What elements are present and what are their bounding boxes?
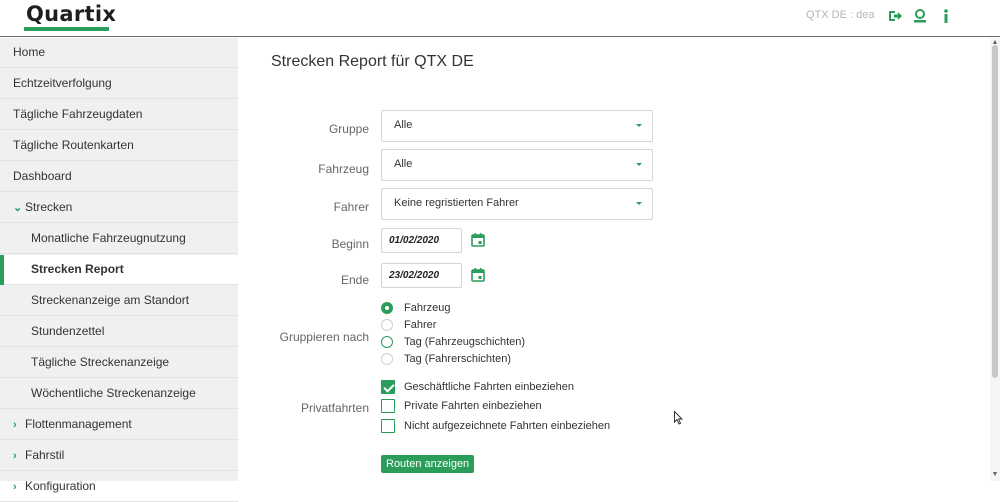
account-label: QTX DE : dea (806, 9, 875, 21)
chevron-down-icon: ⌄ (13, 202, 23, 214)
calendar-icon[interactable] (471, 268, 485, 282)
sidebar-item-label: Stundenzettel (31, 324, 105, 338)
groupby-radio-tag-fahrerschichten[interactable] (381, 353, 393, 365)
groupby-option-label[interactable]: Fahrer (404, 319, 436, 331)
sidebar-item-label: Flottenmanagement (25, 417, 132, 431)
checkbox-option-label[interactable]: Geschäftliche Fahrten einbeziehen (404, 381, 574, 393)
sidebar-item-streckenanzeige-am-standort[interactable]: Streckenanzeige am Standort (0, 286, 238, 316)
sidebar-item-label: Echtzeitverfolgung (13, 76, 112, 90)
sidebar-item-label: Dashboard (13, 169, 72, 183)
quartix-logo[interactable]: Quartix (26, 2, 116, 26)
sidebar-item-label: Home (13, 45, 46, 59)
vehicle-select-value: Alle (394, 158, 413, 170)
sidebar-nav: Home Echtzeitverfolgung Tägliche Fahrzeu… (0, 38, 238, 502)
caret-down-icon (636, 124, 642, 127)
end-date-input[interactable]: 23/02/2020 (381, 263, 462, 288)
end-date-label: Ende (340, 273, 369, 287)
info-icon[interactable] (938, 8, 954, 24)
logo-underline (24, 27, 109, 31)
driver-label: Fahrer (333, 200, 369, 214)
start-date-label: Beginn (331, 237, 369, 251)
private-trips-checkbox[interactable] (381, 399, 395, 413)
calendar-icon[interactable] (471, 233, 485, 247)
sidebar-item-taegliche-fahrzeugdaten[interactable]: Tägliche Fahrzeugdaten (0, 100, 238, 130)
sidebar-item-flottenmanagement[interactable]: › Flottenmanagement (0, 410, 238, 440)
user-icon[interactable] (912, 8, 928, 24)
group-select-value: Alle (394, 119, 413, 131)
vehicle-select[interactable]: Alle (381, 149, 653, 181)
top-header: Quartix QTX DE : dea (0, 0, 1000, 37)
mouse-cursor-icon (674, 411, 684, 425)
checkbox-option-label[interactable]: Nicht aufgezeichnete Fahrten einbeziehen (404, 420, 610, 432)
sidebar-item-label: Monatliche Fahrzeugnutzung (31, 231, 186, 245)
caret-down-icon (636, 163, 642, 166)
show-routes-button[interactable]: Routen anzeigen (381, 455, 475, 473)
caret-down-icon (636, 202, 642, 205)
sidebar-item-fahrstil[interactable]: › Fahrstil (0, 441, 238, 471)
start-date-input[interactable]: 01/02/2020 (381, 228, 462, 253)
group-label: Gruppe (328, 122, 369, 136)
sidebar-item-konfiguration[interactable]: › Konfiguration (0, 472, 238, 502)
sidebar-item-label: Fahrstil (25, 448, 65, 462)
sidebar-item-label: Wöchentliche Streckenanzeige (31, 386, 196, 400)
scroll-down-icon[interactable]: ▼ (991, 471, 999, 479)
sidebar-item-label: Tägliche Streckenanzeige (31, 355, 170, 369)
sidebar-item-label: Strecken Report (31, 262, 124, 276)
groupby-option-label[interactable]: Tag (Fahrzeugschichten) (404, 336, 525, 348)
chevron-right-icon: › (13, 450, 17, 462)
sidebar-item-label: Tägliche Routenkarten (13, 138, 134, 152)
sidebar-item-taegliche-routenkarten[interactable]: Tägliche Routenkarten (0, 131, 238, 161)
logout-icon[interactable] (887, 8, 903, 24)
sidebar-item-stundenzettel[interactable]: Stundenzettel (0, 317, 238, 347)
scroll-up-icon[interactable]: ▲ (991, 39, 999, 47)
sidebar-item-woechentliche-streckenanzeige[interactable]: Wöchentliche Streckenanzeige (0, 379, 238, 409)
groupby-radio-fahrzeug[interactable] (381, 302, 393, 314)
sidebar-item-taegliche-streckenanzeige[interactable]: Tägliche Streckenanzeige (0, 348, 238, 378)
page-title: Strecken Report für QTX DE (271, 53, 474, 70)
sidebar-item-strecken-report[interactable]: Strecken Report (0, 255, 238, 285)
groupby-option-label[interactable]: Tag (Fahrerschichten) (404, 353, 511, 365)
driver-select[interactable]: Keine regristierten Fahrer (381, 188, 653, 220)
business-trips-checkbox[interactable] (381, 380, 395, 394)
sidebar-item-label: Strecken (25, 200, 73, 214)
chevron-right-icon: › (13, 419, 17, 431)
private-trips-label: Privatfahrten (300, 401, 369, 415)
chevron-right-icon: › (13, 481, 17, 493)
sidebar-item-label: Tägliche Fahrzeugdaten (13, 107, 143, 121)
checkbox-option-label[interactable]: Private Fahrten einbeziehen (404, 400, 542, 412)
sidebar-item-monatliche-fahrzeugnutzung[interactable]: Monatliche Fahrzeugnutzung (0, 224, 238, 254)
group-select[interactable]: Alle (381, 110, 653, 142)
sidebar-item-label: Konfiguration (25, 479, 96, 493)
driver-select-value: Keine regristierten Fahrer (394, 197, 519, 209)
sidebar-item-strecken[interactable]: ⌄ Strecken (0, 193, 238, 223)
sidebar-item-home[interactable]: Home (0, 38, 238, 68)
vehicle-label: Fahrzeug (318, 162, 369, 176)
unrecorded-trips-checkbox[interactable] (381, 419, 395, 433)
groupby-option-label[interactable]: Fahrzeug (404, 302, 450, 314)
groupby-radio-tag-fahrzeugschichten[interactable] (381, 336, 393, 348)
groupby-radio-fahrer[interactable] (381, 319, 393, 331)
sidebar-item-echtzeitverfolgung[interactable]: Echtzeitverfolgung (0, 69, 238, 99)
sidebar-item-label: Streckenanzeige am Standort (31, 293, 190, 307)
active-indicator (0, 255, 4, 285)
scrollbar-thumb[interactable] (992, 45, 998, 378)
groupby-label: Gruppieren nach (279, 330, 369, 344)
sidebar-item-dashboard[interactable]: Dashboard (0, 162, 238, 192)
